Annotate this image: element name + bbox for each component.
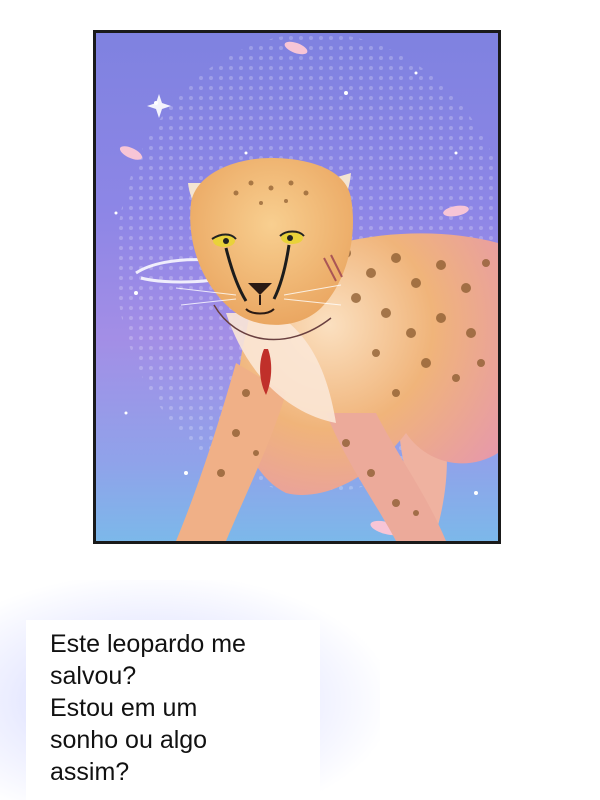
cheetah-illustration xyxy=(114,33,498,541)
narration-caption: Este leopardo me salvou? Estou em um son… xyxy=(26,620,320,800)
caption-line: Estou em um xyxy=(50,694,198,722)
caption-line: assim? xyxy=(50,758,130,786)
caption-line: Este leopardo me xyxy=(50,630,246,658)
caption-line: salvou? xyxy=(50,662,137,690)
caption-line: sonho ou algo xyxy=(50,726,208,754)
comic-panel xyxy=(93,30,501,544)
